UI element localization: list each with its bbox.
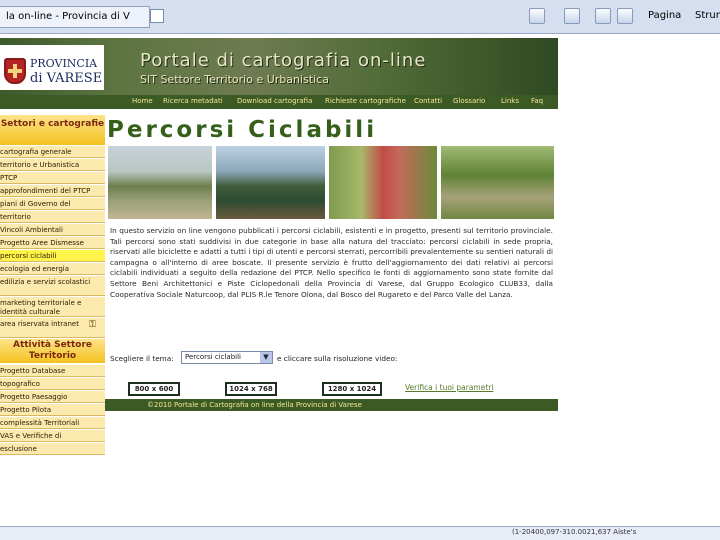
top-nav: Home Ricerca metadati Download cartograf… [105,95,558,109]
nav-home[interactable]: Home [132,97,153,105]
sidebar-item-esclusione[interactable]: esclusione [0,443,105,455]
nav-faq[interactable]: Faq [531,97,543,105]
nav-contatti[interactable]: Contatti [414,97,442,105]
chevron-down-icon[interactable]: ▼ [260,352,272,363]
nav-glossario[interactable]: Glossario [453,97,485,105]
sidebar-item-ptcp[interactable]: PTCP [0,172,105,184]
theme-select-value: Percorsi ciclabili [185,353,241,361]
sidebar-item-vas[interactable]: VAS e Verifiche di [0,430,105,442]
resolution-1280-button[interactable]: 1280 x 1024 [322,382,382,396]
photo-pond-bridge [216,146,325,219]
footer: ©2010 Portale di Cartografia on line del… [105,399,558,411]
nav-ricerca-metadati[interactable]: Ricerca metadati [163,97,223,105]
site-title: Portale di cartografia on-line [140,50,427,71]
sidebar-section-title-2: Attività Settore Territorio [0,339,105,363]
site-header: PROVINCIA di VARESE Portale di cartograf… [0,38,558,95]
print-icon[interactable] [617,8,633,24]
sidebar-item-paesaggio[interactable]: Progetto Paesaggio [0,391,105,403]
coat-of-arms-icon [4,58,26,84]
photo-forest-path [441,146,554,219]
sidebar-item-progetto-pilota[interactable]: Progetto Pilota [0,404,105,416]
new-tab-icon[interactable] [150,9,164,23]
intro-paragraph: In questo servizio on line vengono pubbl… [110,226,553,299]
nav-bar-left [0,95,105,109]
sidebar: Settori e cartografie cartografia genera… [0,109,105,492]
key-icon: ⚿ [89,320,96,330]
tools-menu[interactable]: Strum [695,10,720,21]
theme-select[interactable]: Percorsi ciclabili ▼ [181,351,273,364]
feeds-icon[interactable] [564,8,580,24]
sidebar-item-aree-dismesse[interactable]: Progetto Aree Dismesse [0,237,105,249]
resolution-instruction: e cliccare sulla risoluzione video: [277,354,398,363]
sidebar-item-territorio[interactable]: territorio e Urbanistica [0,159,105,171]
sidebar-item-topografico[interactable]: topografico [0,378,105,390]
sidebar-item-territorio-2[interactable]: territorio [0,211,105,223]
main-content: Percorsi Ciclabili In questo servizio on… [105,109,558,492]
nav-download-cartografia[interactable]: Download cartografia [237,97,312,105]
sidebar-item-ecologia[interactable]: ecologia ed energia [0,263,105,275]
home-icon[interactable] [529,8,545,24]
logo-text-line2: di VARESE [30,71,103,86]
sidebar-item-cartografia-generale[interactable]: cartografia generale [0,146,105,158]
resolution-800-button[interactable]: 800 x 600 [128,382,180,396]
browser-tab[interactable]: la on-line - Provincia di V [0,6,150,28]
mail-icon[interactable] [595,8,611,24]
page-title: Percorsi Ciclabili [107,117,378,143]
sidebar-item-percorsi-ciclabili[interactable]: percorsi ciclabili [0,250,105,262]
page-menu[interactable]: Pagina [648,10,681,21]
photo-red-cycle-lane [329,146,437,219]
status-text: (1-20400,097-310.0021,637 Aiste's [512,528,637,536]
web-page: PROVINCIA di VARESE Portale di cartograf… [0,38,558,492]
sidebar-item-approfondimenti[interactable]: approfondimenti del PTCP [0,185,105,197]
verify-parameters-link[interactable]: Verifica i tuoi parametri [405,383,493,392]
resolution-1024-button[interactable]: 1024 x 768 [225,382,277,396]
sidebar-item-piani-governo[interactable]: piani di Governo del [0,198,105,210]
sidebar-item-database[interactable]: Progetto Database [0,365,105,377]
site-subtitle: SIT Settore Territorio e Urbanistica [140,73,329,86]
sidebar-item-vincoli[interactable]: Vincoli Ambientali [0,224,105,236]
theme-label: Scegliere il tema: [110,354,174,363]
browser-toolbar: la on-line - Provincia di V Pagina Strum [0,0,720,34]
sidebar-section-title: Settori e cartografie [0,115,105,145]
photo-cycle-path-1 [108,146,212,219]
sidebar-item-edilizia[interactable]: edilizia e servizi scolastici [0,276,105,296]
photo-strip [108,146,554,219]
nav-richieste-cartografiche[interactable]: Richieste cartografiche [325,97,406,105]
province-logo[interactable]: PROVINCIA di VARESE [0,45,104,90]
nav-links[interactable]: Links [501,97,519,105]
sidebar-item-complessita[interactable]: complessità Territoriali [0,417,105,429]
sidebar-item-marketing[interactable]: marketing territoriale e identità cultur… [0,297,105,317]
status-bar: (1-20400,097-310.0021,637 Aiste's [0,526,720,540]
logo-text-line1: PROVINCIA [30,57,98,70]
